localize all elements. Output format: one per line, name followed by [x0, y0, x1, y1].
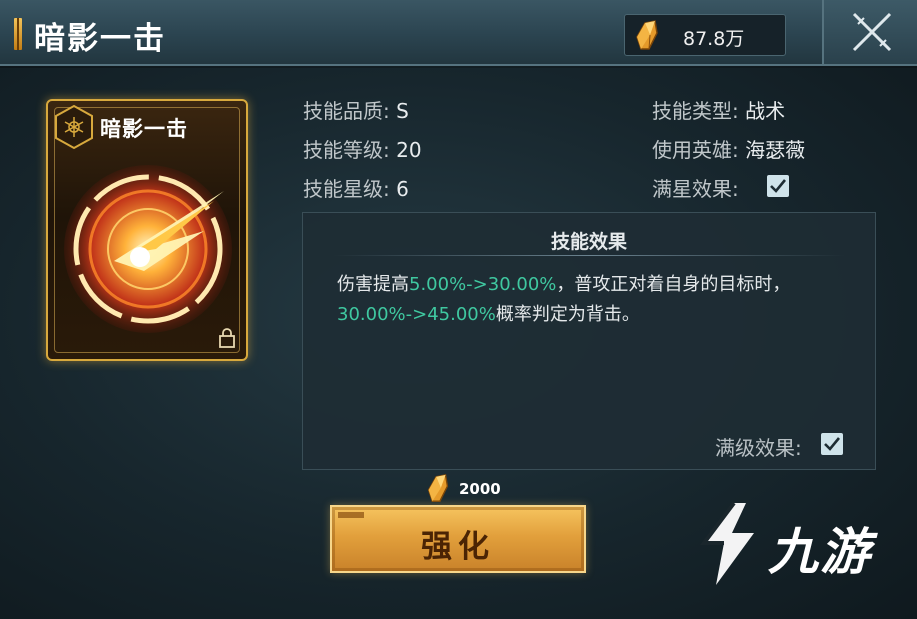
hexagon-emblem-icon: [55, 104, 93, 150]
stat-hero-value: 海瑟薇: [745, 138, 806, 162]
skill-effect-panel: 技能效果 伤害提高5.00%->30.00%，普攻正对着自身的目标时， 30.0…: [302, 212, 876, 470]
shadow-strike-art: [64, 165, 232, 333]
watermark-text: 九游: [768, 523, 872, 581]
gold-crystal-icon: [427, 474, 449, 502]
stat-fullstar-label: 满星效果:: [652, 177, 739, 201]
effect-text-1: 伤害提高: [337, 274, 409, 295]
currency-value: 87.8万: [683, 28, 745, 50]
effect-title: 技能效果: [550, 231, 627, 253]
stat-level-label: 技能等级:: [303, 138, 390, 162]
skill-card: 暗影一击: [46, 99, 248, 361]
stat-star-value: 6: [396, 177, 409, 201]
title-bar: 暗影一击 87.8万: [0, 0, 917, 66]
fullstar-checkbox: [767, 175, 789, 197]
stat-hero-label: 使用英雄:: [652, 138, 739, 162]
stat-quality-label: 技能品质:: [303, 99, 390, 123]
stat-star: 技能星级: 6: [303, 173, 409, 202]
effect-highlight-2: 30.00%->45.00%: [337, 304, 496, 325]
maxlevel-label: 满级效果:: [715, 436, 802, 460]
close-button[interactable]: [822, 0, 917, 64]
stat-hero: 使用英雄: 海瑟薇: [652, 134, 805, 163]
stat-level-value: 20: [396, 138, 422, 162]
lock-icon: [219, 328, 235, 348]
stat-quality: 技能品质: S: [303, 95, 409, 124]
stat-type: 技能类型: 战术: [652, 95, 785, 124]
gold-crystal-icon: [636, 20, 658, 50]
effect-text-2: ，普攻正对着自身的目标时，: [556, 274, 791, 295]
check-icon: [824, 437, 841, 451]
currency-display: 87.8万: [624, 14, 786, 56]
effect-divider: [333, 255, 845, 256]
check-icon: [770, 179, 787, 193]
effect-description: 伤害提高5.00%->30.00%，普攻正对着自身的目标时， 30.00%->4…: [337, 270, 847, 330]
effect-text-3: 概率判定为背击。: [495, 304, 640, 325]
stat-star-label: 技能星级:: [303, 177, 390, 201]
upgrade-button[interactable]: 强化: [330, 505, 586, 573]
stat-quality-value: S: [396, 99, 409, 123]
stat-fullstar: 满星效果:: [652, 173, 739, 202]
upgrade-cost: 2000: [459, 480, 501, 498]
stat-type-value: 战术: [745, 99, 786, 123]
stat-level: 技能等级: 20: [303, 134, 422, 163]
stat-type-label: 技能类型:: [652, 99, 739, 123]
effect-highlight-1: 5.00%->30.00%: [409, 274, 557, 295]
close-x-icon: [852, 12, 892, 52]
page-title: 暗影一击: [34, 21, 166, 57]
upgrade-button-label: 强化: [421, 529, 495, 565]
maxlevel-checkbox: [821, 433, 843, 455]
card-title: 暗影一击: [100, 116, 188, 141]
watermark-logo-icon: [700, 501, 754, 585]
title-accent-icon: [14, 18, 22, 50]
